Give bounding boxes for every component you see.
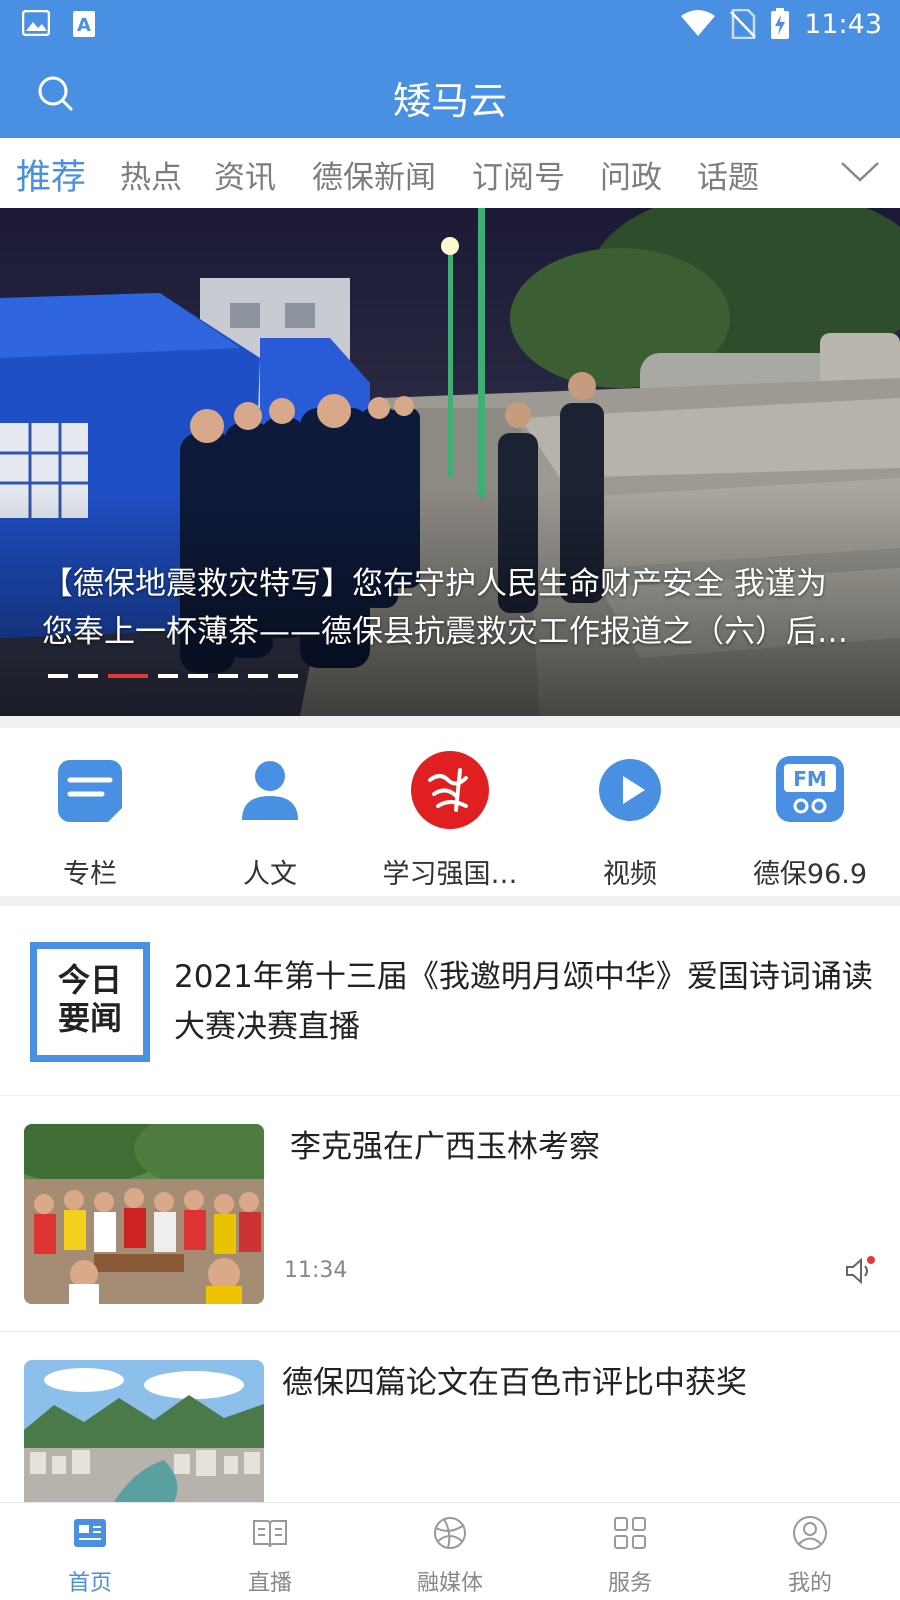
nav-media[interactable]: 融媒体 [360,1513,540,1597]
category-tabs: 推荐 热点 资讯 德保新闻 订阅号 问政 话题 [0,138,900,208]
no-sim-icon [730,9,757,39]
image-notification-icon [22,10,50,38]
nav-mine[interactable]: 我的 [720,1513,900,1597]
shortcut-column[interactable]: 专栏 [0,750,180,891]
news-title: 李克强在广西玉林考察 [290,1129,600,1165]
app-bar: 矮马云 [0,50,900,138]
fm-radio-icon: FM [770,750,850,830]
nav-home[interactable]: 首页 [0,1513,180,1597]
nav-label: 我的 [787,1571,832,1596]
tab-info[interactable]: 资讯 [214,152,276,197]
carousel-dot[interactable] [248,674,268,678]
tab-recommend[interactable]: 推荐 [16,149,86,200]
tab-governance[interactable]: 问政 [600,152,662,197]
home-news-icon [70,1513,110,1553]
nav-live[interactable]: 直播 [180,1513,360,1597]
shortcut-row: 专栏 人文 学习强国… 视频 FM 德保96.9 [0,728,900,896]
carousel-dot[interactable] [158,674,178,678]
carousel-dot[interactable] [48,674,68,678]
nav-label: 融媒体 [416,1571,483,1596]
news-thumbnail [24,1124,264,1304]
news-item[interactable]: 李克强在广西玉林考察 11:34 [0,1096,900,1332]
news-thumbnail [24,1360,264,1502]
nav-label: 直播 [247,1571,292,1596]
carousel-dot[interactable] [188,674,208,678]
battery-charging-icon [770,8,790,40]
svg-text:A: A [77,15,91,36]
clock-time: 11:43 [804,8,882,40]
carousel-dot-active[interactable] [108,674,148,678]
wifi-icon [680,10,716,38]
section-divider [0,896,900,906]
today-news-badge: 今日 要闻 [30,942,150,1062]
tab-topics[interactable]: 话题 [697,152,759,197]
chevron-down-icon[interactable] [840,158,880,186]
shortcut-label: 专栏 [63,859,117,890]
carousel-dot[interactable] [218,674,238,678]
column-icon [50,750,130,830]
font-notification-icon: A [72,10,96,38]
nav-services[interactable]: 服务 [540,1513,720,1597]
media-ball-icon [430,1513,470,1553]
live-book-icon [250,1513,290,1553]
shortcut-radio[interactable]: FM 德保96.9 [720,750,900,891]
shortcut-label: 人文 [243,859,297,890]
badge-line: 要闻 [57,999,122,1037]
app-title: 矮马云 [392,79,507,123]
tab-subscriptions[interactable]: 订阅号 [472,152,565,197]
shortcut-video[interactable]: 视频 [540,750,720,891]
nav-label: 首页 [67,1571,112,1596]
grid-icon [610,1513,650,1553]
news-time: 11:34 [284,1258,348,1283]
carousel-dot[interactable] [78,674,98,678]
shortcut-xuexi[interactable]: 学习强国… [360,750,540,891]
carousel-indicators [48,674,298,678]
profile-icon [790,1513,830,1553]
headline-title: 2021年第十三届《我邀明月颂中华》爱国诗词诵读大赛决赛直播 [174,959,873,1045]
badge-line: 今日 [57,961,122,999]
svg-text:FM: FM [793,767,827,791]
shortcut-label: 视频 [603,859,657,890]
banner-caption: 【德保地震救灾特写】您在守护人民生命财产安全 我谨为 您奉上一杯薄茶——德保县抗… [42,560,872,656]
tab-debao-news[interactable]: 德保新闻 [312,152,436,197]
nav-label: 服务 [607,1571,652,1596]
carousel-dot[interactable] [278,674,298,678]
banner-caption-line2: 您奉上一杯薄茶——德保县抗震救灾工作报道之（六）后勤保障 [42,614,872,650]
xuexi-logo-icon [410,750,490,830]
shortcut-culture[interactable]: 人文 [180,750,360,891]
banner-carousel[interactable]: 【德保地震救灾特写】您在守护人民生命财产安全 我谨为 您奉上一杯薄茶——德保县抗… [0,208,900,716]
bottom-navigation: 首页 直播 融媒体 服务 我的 [0,1502,900,1600]
tab-hot[interactable]: 热点 [120,152,182,197]
today-headline[interactable]: 今日 要闻 2021年第十三届《我邀明月颂中华》爱国诗词诵读大赛决赛直播 [0,906,900,1096]
video-play-icon [590,750,670,830]
person-icon [230,750,310,830]
banner-caption-line1: 【德保地震救灾特写】您在守护人民生命财产安全 我谨为 [42,566,827,602]
shortcut-label: 德保96.9 [752,859,868,890]
news-item[interactable]: 德保四篇论文在百色市评比中获奖 [0,1332,900,1502]
status-bar: A 11:43 [0,0,900,50]
shortcut-label: 学习强国… [382,859,518,890]
news-title: 德保四篇论文在百色市评比中获奖 [282,1365,747,1401]
speaker-icon[interactable] [844,1256,876,1286]
section-divider [0,716,900,728]
